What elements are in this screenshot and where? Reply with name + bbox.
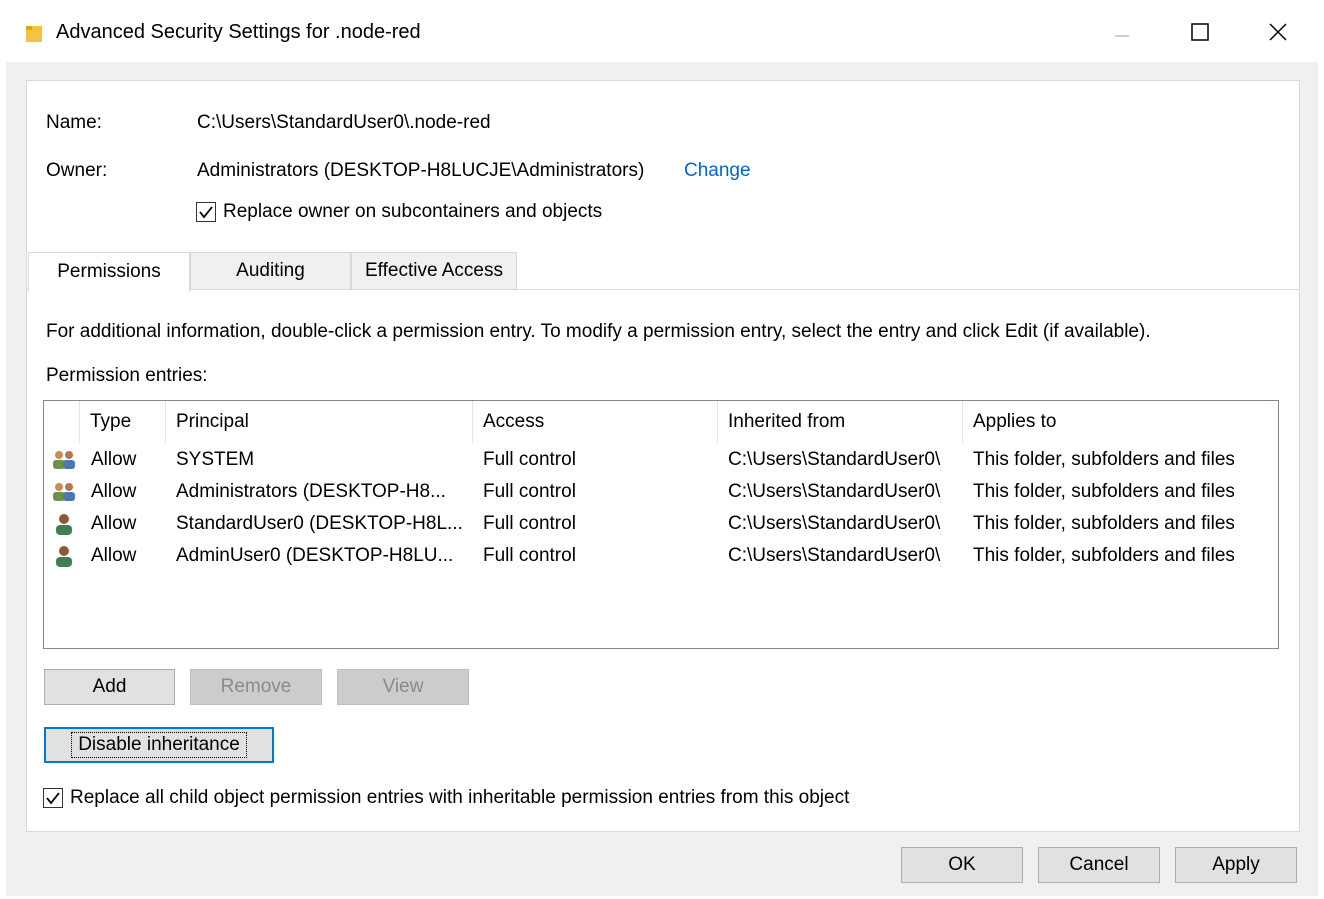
row-principal: AdminUser0 (DESKTOP-H8LU... xyxy=(176,545,454,566)
row-principal: StandardUser0 (DESKTOP-H8L... xyxy=(176,513,463,534)
minimize-icon xyxy=(1115,35,1129,37)
column-header-applies-to[interactable]: Applies to xyxy=(963,401,1278,443)
close-icon xyxy=(1269,23,1287,41)
column-header-type[interactable]: Type xyxy=(80,401,166,443)
row-applies-to: This folder, subfolders and files xyxy=(973,545,1235,566)
row-type: Allow xyxy=(91,449,137,470)
table-row[interactable]: Allow AdminUser0 (DESKTOP-H8LU... Full c… xyxy=(44,540,1278,572)
maximize-button[interactable] xyxy=(1170,10,1230,54)
column-header-access[interactable]: Access xyxy=(473,401,718,443)
row-inherited-from: C:\Users\StandardUser0\ xyxy=(728,481,941,502)
table-row[interactable]: Allow StandardUser0 (DESKTOP-H8L... Full… xyxy=(44,508,1278,540)
tab-effective-access-label: Effective Access xyxy=(365,260,503,281)
row-applies-to: This folder, subfolders and files xyxy=(973,513,1235,534)
row-applies-to: This folder, subfolders and files xyxy=(973,481,1235,502)
row-inherited-from: C:\Users\StandardUser0\ xyxy=(728,449,941,470)
close-button[interactable] xyxy=(1248,10,1308,54)
column-header-principal[interactable]: Principal xyxy=(166,401,473,443)
row-principal: SYSTEM xyxy=(176,449,255,470)
user-icon xyxy=(53,508,79,540)
view-button[interactable]: View xyxy=(337,669,469,705)
owner-value: Administrators (DESKTOP-H8LUCJE\Administ… xyxy=(197,160,645,181)
column-header-inherited-from[interactable]: Inherited from xyxy=(718,401,963,443)
replace-owner-label: Replace owner on subcontainers and objec… xyxy=(223,201,603,222)
checkmark-icon xyxy=(199,206,213,219)
apply-button[interactable]: Apply xyxy=(1175,847,1297,883)
name-value: C:\Users\StandardUser0\.node-red xyxy=(197,112,491,133)
user-icon xyxy=(53,540,79,572)
column-header-icon xyxy=(44,401,80,443)
window-title: Advanced Security Settings for .node-red xyxy=(56,21,421,43)
owner-label: Owner: xyxy=(46,160,108,181)
row-type: Allow xyxy=(91,481,137,502)
row-access: Full control xyxy=(483,545,576,566)
tab-effective-access[interactable]: Effective Access xyxy=(351,252,517,290)
row-access: Full control xyxy=(483,449,576,470)
row-type: Allow xyxy=(91,513,137,534)
minimize-button[interactable] xyxy=(1092,10,1152,54)
replace-child-permissions-label: Replace all child object permission entr… xyxy=(70,787,850,808)
name-label: Name: xyxy=(46,112,102,133)
permission-entries-label: Permission entries: xyxy=(46,365,208,386)
tab-auditing[interactable]: Auditing xyxy=(190,252,351,290)
row-access: Full control xyxy=(483,513,576,534)
permissions-info-text: For additional information, double-click… xyxy=(46,321,1151,342)
tab-auditing-label: Auditing xyxy=(236,260,305,281)
row-inherited-from: C:\Users\StandardUser0\ xyxy=(728,545,941,566)
group-icon xyxy=(51,476,79,508)
ok-button[interactable]: OK xyxy=(901,847,1023,883)
folder-icon xyxy=(26,26,42,42)
disable-inheritance-button[interactable]: Disable inheritance xyxy=(44,727,274,763)
add-button[interactable]: Add xyxy=(44,669,175,705)
table-row[interactable]: Allow SYSTEM Full control C:\Users\Stand… xyxy=(44,444,1278,476)
maximize-icon xyxy=(1191,23,1209,41)
tab-permissions-label: Permissions xyxy=(57,261,161,282)
change-owner-link[interactable]: Change xyxy=(684,160,751,182)
disable-inheritance-label: Disable inheritance xyxy=(71,732,247,758)
row-applies-to: This folder, subfolders and files xyxy=(973,449,1235,470)
title-bar: Advanced Security Settings for .node-red xyxy=(0,0,1324,62)
group-icon xyxy=(51,444,79,476)
row-type: Allow xyxy=(91,545,137,566)
row-principal: Administrators (DESKTOP-H8... xyxy=(176,481,446,502)
permission-entries-table[interactable]: Type Principal Access Inherited from App… xyxy=(43,400,1279,649)
checkmark-icon xyxy=(46,792,60,805)
row-access: Full control xyxy=(483,481,576,502)
table-row[interactable]: Allow Administrators (DESKTOP-H8... Full… xyxy=(44,476,1278,508)
replace-child-permissions-checkbox[interactable] xyxy=(43,788,63,808)
row-inherited-from: C:\Users\StandardUser0\ xyxy=(728,513,941,534)
cancel-button[interactable]: Cancel xyxy=(1038,847,1160,883)
tab-permissions[interactable]: Permissions xyxy=(28,252,190,292)
replace-owner-checkbox[interactable] xyxy=(196,202,216,222)
remove-button[interactable]: Remove xyxy=(190,669,322,705)
